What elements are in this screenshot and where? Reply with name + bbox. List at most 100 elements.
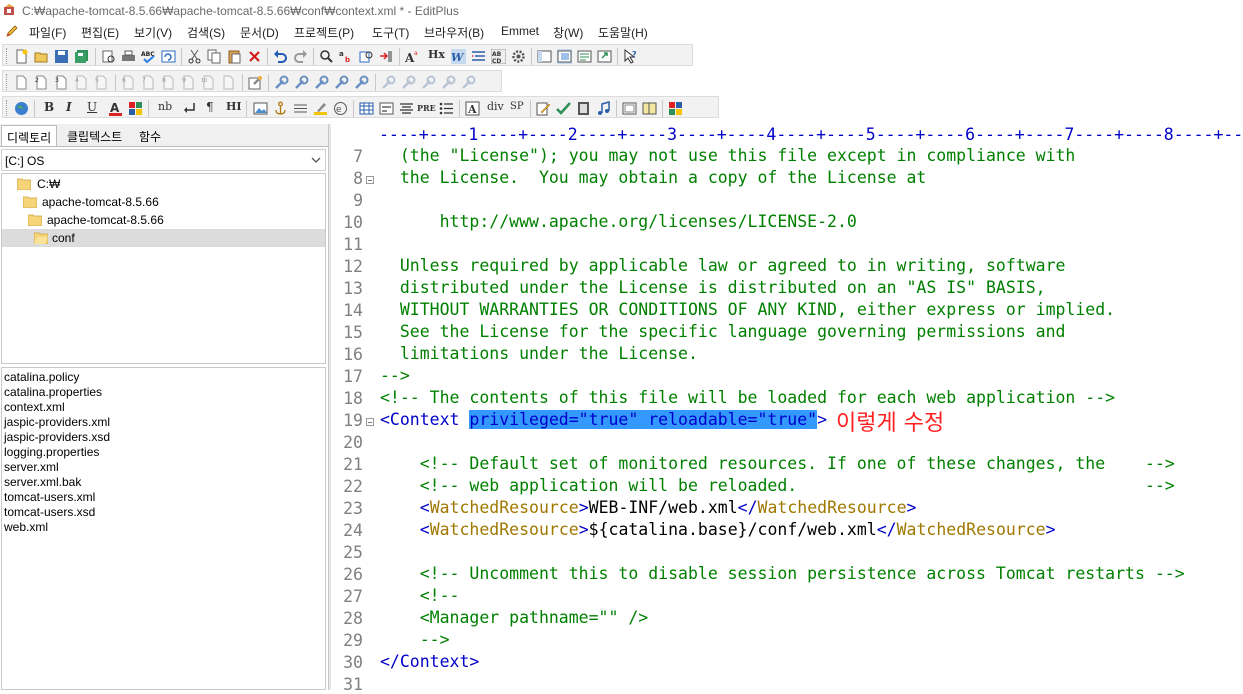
replace-icon[interactable]: ab (339, 49, 354, 64)
copy-icon[interactable] (207, 49, 222, 64)
document-4-icon[interactable]: 4 (74, 75, 89, 90)
spellcheck-options-icon[interactable]: ABCD (491, 49, 506, 64)
div-button[interactable]: div (487, 100, 504, 113)
save-all-icon[interactable] (74, 49, 89, 64)
menu-help[interactable]: 도움말(H) (598, 24, 648, 41)
document-7-icon[interactable]: 7 (141, 75, 156, 90)
heading-tag-label[interactable]: Hx (428, 48, 445, 61)
file-item[interactable]: server.xml (4, 460, 59, 474)
new-file-icon[interactable] (14, 49, 29, 64)
context-help-icon[interactable]: ? (623, 49, 638, 64)
menu-document[interactable]: 문서(D) (240, 24, 279, 41)
find-icon[interactable] (319, 49, 334, 64)
file-item[interactable]: logging.properties (4, 445, 99, 459)
menu-window[interactable]: 창(W) (553, 24, 583, 41)
user-tool-1-icon[interactable] (274, 75, 289, 90)
heading-button[interactable]: HI (226, 100, 242, 113)
file-item[interactable]: catalina.properties (4, 385, 102, 399)
redo-icon[interactable] (293, 49, 308, 64)
delete-icon[interactable] (247, 49, 262, 64)
document-2-icon[interactable]: 2 (34, 75, 49, 90)
code-editor[interactable]: (the "License"); you may not use this fi… (377, 145, 1243, 690)
spellcheck-icon[interactable]: ABC (141, 49, 156, 64)
drive-select[interactable]: [C:] OS (1, 149, 326, 171)
font-color-icon[interactable]: A (108, 101, 123, 116)
word-wrap-icon[interactable]: W (451, 49, 466, 64)
user-tool-3-icon[interactable] (314, 75, 329, 90)
color-table-icon[interactable] (128, 101, 143, 116)
edit-document-icon[interactable] (536, 101, 551, 116)
user-tool-6-icon[interactable] (381, 75, 396, 90)
special-character-icon[interactable]: e (333, 101, 348, 116)
menu-project[interactable]: 프로젝트(P) (294, 24, 354, 41)
pre-button[interactable]: PRE (417, 103, 436, 113)
tree-item-root[interactable]: C:₩ (2, 175, 325, 193)
user-tool-2-icon[interactable] (294, 75, 309, 90)
underline-button[interactable]: U (87, 100, 97, 114)
undo-icon[interactable] (273, 49, 288, 64)
menu-browser[interactable]: 브라우저(B) (424, 24, 484, 41)
audio-icon[interactable] (596, 101, 611, 116)
tools-config-icon[interactable] (248, 75, 263, 90)
menu-emmet[interactable]: Emmet (501, 24, 539, 38)
bold-button[interactable]: B (44, 100, 54, 114)
paste-icon[interactable] (227, 49, 242, 64)
highlight-icon[interactable] (313, 101, 328, 116)
menu-edit[interactable]: 편집(E) (81, 24, 119, 41)
document-blank-icon[interactable] (221, 75, 236, 90)
open-file-icon[interactable] (34, 49, 49, 64)
indent-guide-icon[interactable] (471, 49, 486, 64)
paragraph-button[interactable]: ¶ (206, 100, 214, 114)
tab-functions[interactable]: 함수 (134, 125, 166, 146)
form-icon[interactable] (379, 101, 394, 116)
menu-tools[interactable]: 도구(T) (372, 24, 409, 41)
document-9-icon[interactable]: 9 (181, 75, 196, 90)
text-style-icon[interactable]: A (465, 101, 480, 116)
refresh-icon[interactable] (161, 49, 176, 64)
print-preview-icon[interactable] (101, 49, 116, 64)
document-6-icon[interactable]: 6 (121, 75, 136, 90)
italic-button[interactable]: I (66, 100, 72, 114)
anchor-icon[interactable] (273, 101, 288, 116)
save-icon[interactable] (54, 49, 69, 64)
settings-gear-icon[interactable] (511, 49, 526, 64)
fold-toggle[interactable] (366, 176, 374, 184)
user-tool-7-icon[interactable] (401, 75, 416, 90)
video-icon[interactable] (576, 101, 591, 116)
file-item[interactable]: context.xml (4, 400, 65, 414)
file-item[interactable]: tomcat-users.xsd (4, 505, 95, 519)
menu-search[interactable]: 검색(S) (187, 24, 225, 41)
document-8-icon[interactable]: 8 (161, 75, 176, 90)
file-item[interactable]: tomcat-users.xml (4, 490, 95, 504)
list-icon[interactable] (439, 101, 454, 116)
file-item[interactable]: server.xml.bak (4, 475, 81, 489)
fold-toggle[interactable] (366, 418, 374, 426)
validate-icon[interactable] (556, 101, 571, 116)
image-icon[interactable] (253, 101, 268, 116)
user-tool-10-icon[interactable] (461, 75, 483, 90)
tab-directory[interactable]: 디렉토리 (1, 125, 58, 146)
user-tool-9-icon[interactable] (441, 75, 456, 90)
user-tool-4-icon[interactable] (334, 75, 349, 90)
tree-item-conf[interactable]: conf (2, 229, 325, 247)
font-icon[interactable]: Aa (405, 49, 420, 64)
split-frame-icon[interactable] (642, 101, 657, 116)
print-icon[interactable] (121, 49, 136, 64)
horizontal-rule-icon[interactable] (293, 101, 308, 116)
line-break-icon[interactable] (182, 101, 197, 116)
document-5-icon[interactable]: 5 (94, 75, 109, 90)
table-icon[interactable] (359, 101, 374, 116)
center-align-icon[interactable] (399, 101, 414, 116)
browser-window-icon[interactable] (597, 49, 612, 64)
user-tool-8-icon[interactable] (421, 75, 436, 90)
browser-globe-icon[interactable] (14, 101, 29, 116)
directory-window-icon[interactable] (537, 49, 552, 64)
file-item[interactable]: catalina.policy (4, 370, 79, 384)
document-10-icon[interactable]: 10 (201, 75, 216, 90)
document-3-icon[interactable]: 3 (54, 75, 69, 90)
cut-icon[interactable] (187, 49, 202, 64)
file-item[interactable]: jaspic-providers.xsd (4, 430, 110, 444)
output-window-icon[interactable] (557, 49, 572, 64)
selected-attributes[interactable]: privileged="true" reloadable="true" (469, 410, 818, 429)
goto-line-icon[interactable] (379, 49, 394, 64)
